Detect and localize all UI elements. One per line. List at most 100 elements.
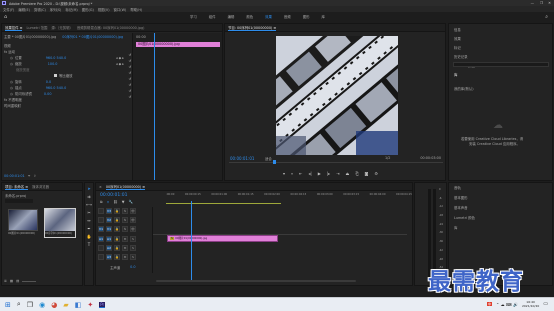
go-to-out-icon[interactable]: ⇥ [336, 171, 339, 176]
linked-icon[interactable]: ⛓ [113, 200, 118, 204]
minimize-button[interactable]: — [531, 1, 534, 5]
menu-graphics[interactable]: 图形(G) [82, 7, 94, 12]
eye-icon[interactable]: 👁 [130, 226, 136, 232]
track-label-v2[interactable]: V2 [106, 217, 112, 223]
reset-icon[interactable]: ↺ [128, 65, 132, 69]
track-label-a1[interactable]: A1 [106, 236, 112, 242]
scale-value[interactable]: 100.0 [48, 62, 58, 66]
chrome-icon[interactable]: ◕ [51, 301, 57, 309]
lock-icon[interactable]: 🔒 [114, 217, 120, 223]
project-item-sequence[interactable]: 00序列01(00000000) [44, 208, 76, 238]
taskbar-search-icon[interactable]: ⌕ [17, 300, 21, 309]
track-target-a2[interactable] [98, 245, 104, 251]
position-value[interactable]: 960.0 540.0 [46, 56, 67, 60]
freeform-view-icon[interactable]: ▤ [16, 279, 19, 283]
program-playhead[interactable] [273, 160, 276, 164]
tab-lumetri-scopes[interactable]: Lumetri 范围 [26, 25, 47, 30]
home-icon[interactable]: ⌂ [4, 14, 7, 20]
menu-view[interactable]: 视图(V) [98, 7, 110, 12]
track-target-a3[interactable] [98, 254, 104, 260]
track-label-v1[interactable]: V1 [106, 226, 112, 232]
filter-icon[interactable]: ⏷ [28, 174, 31, 178]
track-select-icon[interactable]: ⇉ [87, 194, 90, 199]
eye-icon[interactable]: 👁 [130, 217, 136, 223]
time-remap-row[interactable]: 时间重映射 [4, 103, 220, 108]
panel-audio-track[interactable]: 音轨 [454, 185, 475, 190]
notification-icon[interactable]: ▭ [543, 301, 548, 307]
go-to-in-icon[interactable]: ⇤ [299, 171, 302, 176]
solo-button[interactable]: S [130, 254, 136, 260]
step-back-icon[interactable]: ◂| [308, 171, 311, 176]
step-forward-icon[interactable]: |▸ [327, 171, 330, 176]
solo-button[interactable]: S [130, 245, 136, 251]
export-frame-icon[interactable]: ◙ [365, 171, 369, 176]
mark-in-icon[interactable]: ▾ [283, 171, 285, 176]
selection-tool-icon[interactable]: ➤ [87, 186, 90, 191]
wrench-icon[interactable]: 🔧 [129, 200, 133, 204]
panel-essential-graphics[interactable]: 基本图形 [454, 195, 475, 200]
menu-window[interactable]: 窗口(W) [114, 7, 127, 12]
menu-marker[interactable]: 标记(M) [65, 7, 77, 12]
timeline-ruler[interactable]: :00:00 00:00:00:15 00:00:01:00 00:00:01:… [166, 193, 412, 201]
rotation-value[interactable]: 0.0 [46, 80, 51, 84]
fit-dropdown[interactable]: 适合 [265, 156, 272, 161]
icon-view-icon[interactable]: ▦ [10, 279, 13, 283]
sync-icon[interactable]: ⇅ [122, 217, 128, 223]
close-tab-icon[interactable]: × [99, 185, 102, 189]
clock[interactable]: 16:40 2021/10/20 [522, 300, 539, 308]
folder-icon[interactable]: ▰ [63, 301, 68, 309]
effect-footer-timecode[interactable]: 00:00:01:01 [4, 174, 25, 178]
workspace-learning[interactable]: 学习 [190, 14, 197, 19]
workspace-libraries[interactable]: 库 [321, 14, 324, 19]
store-icon[interactable]: ◧ [75, 301, 82, 309]
track-label-v3[interactable]: V3 [106, 208, 112, 214]
app-icon[interactable]: ✦ [87, 301, 93, 309]
nest-icon[interactable]: ⧉ [100, 200, 103, 204]
reset-icon[interactable]: ↺ [128, 53, 132, 57]
mute-button[interactable]: M [122, 245, 128, 251]
menu-clip[interactable]: 剪辑(C) [34, 7, 46, 12]
opacity-row[interactable]: fx 不透明度 [4, 97, 220, 102]
track-target-v2[interactable] [98, 217, 104, 223]
workspace-editing[interactable]: 编辑 [228, 14, 235, 19]
track-target-v3[interactable] [98, 208, 104, 214]
lift-icon[interactable]: ⏏ [346, 171, 350, 176]
reset-icon[interactable]: ↺ [128, 95, 132, 99]
track-label-a3[interactable]: A3 [106, 254, 112, 260]
panel-essential-sound[interactable]: 基本声音 [454, 205, 475, 210]
hand-tool-icon[interactable]: ✋ [87, 234, 92, 239]
reset-icon[interactable]: ↺ [128, 77, 132, 81]
master-value[interactable]: 0.0 [130, 265, 135, 269]
sync-icon[interactable]: ⇅ [122, 226, 128, 232]
mute-button[interactable]: M [122, 254, 128, 260]
snap-icon[interactable]: ∩ [107, 200, 110, 204]
marker-icon[interactable]: ▼ [122, 200, 125, 204]
reset-icon[interactable]: ↺ [128, 83, 132, 87]
project-item-image[interactable]: 00图片01(00000000) [8, 209, 38, 237]
workspace-audio[interactable]: 音频 [284, 14, 291, 19]
keyframe-nav-icon[interactable]: ◂ ◆ ▸ [116, 56, 124, 60]
lock-icon[interactable]: 🔒 [114, 245, 120, 251]
track-target-v1[interactable]: V1 [98, 226, 104, 232]
timeline-timecode[interactable]: 00:00:01:01 [100, 193, 127, 198]
tray-badge[interactable]: 中 [487, 302, 493, 306]
razor-tool-icon[interactable]: ✂ [87, 210, 90, 215]
panel-info[interactable]: 信息 [454, 27, 475, 32]
tab-media-browser[interactable]: 媒体浏览器 [32, 184, 49, 189]
tab-program[interactable]: 节目: 00序列01(00000000) ≡ [228, 25, 277, 31]
reset-icon[interactable]: ↺ [128, 89, 132, 93]
track-label-a2[interactable]: A2 [106, 245, 112, 251]
sync-icon[interactable]: ⇅ [122, 208, 128, 214]
work-area-bar[interactable] [166, 203, 281, 204]
program-video-frame[interactable] [276, 36, 398, 155]
stopwatch-icon[interactable]: ◷ [10, 56, 13, 60]
settings-icon[interactable]: ⚙ [374, 171, 378, 176]
timeline-scrollbar[interactable] [156, 280, 356, 282]
resolution-dropdown[interactable]: 1/2 [385, 156, 390, 160]
zoom-slider[interactable] [22, 281, 37, 282]
extract-icon[interactable]: ⎗ [355, 171, 358, 176]
menu-file[interactable]: 文件(F) [3, 7, 14, 12]
panel-history[interactable]: 历史记录 [454, 54, 475, 59]
mute-button[interactable]: M [122, 236, 128, 242]
lock-icon[interactable]: 🔒 [114, 254, 120, 260]
